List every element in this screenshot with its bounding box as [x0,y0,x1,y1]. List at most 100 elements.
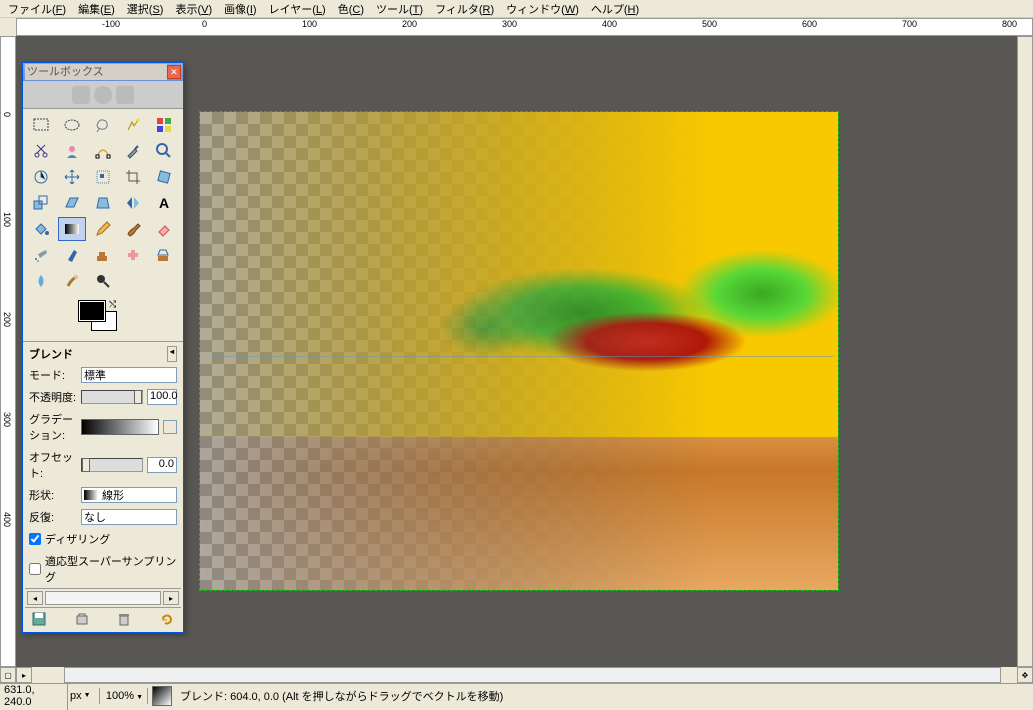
tool-smudge[interactable] [58,269,86,293]
status-unit-select[interactable]: px▼ [68,688,100,704]
tool-pencil[interactable] [89,217,117,241]
tool-blend[interactable] [58,217,86,241]
scroll-left-icon[interactable]: ◂ [27,591,43,605]
dithering-label: ディザリング [45,531,110,547]
tool-paths[interactable] [89,139,117,163]
status-bar: 631.0, 240.0 px▼ 100%▼ ブレンド: 604.0, 0.0 … [0,683,1033,707]
tool-eraser[interactable] [150,217,178,241]
canvas-image [200,112,838,590]
tool-crop[interactable] [119,165,147,189]
tool-heal[interactable] [119,243,147,267]
menu-help[interactable]: ヘルプ(H) [585,0,645,18]
menu-layer[interactable]: レイヤー(L) [263,0,332,18]
tool-move[interactable] [58,165,86,189]
tool-options-title: ブレンド [29,346,73,362]
ruler-h-label: 600 [802,19,817,29]
ruler-horizontal[interactable]: -100 0 100 200 300 400 500 600 700 800 [16,18,1033,36]
gradient-preview[interactable] [81,419,159,435]
supersampling-checkbox[interactable] [29,563,41,575]
tool-zoom[interactable] [150,139,178,163]
status-tool-icon [152,686,172,706]
supersampling-checkbox-row[interactable]: 適応型スーパーサンプリング [25,550,181,588]
reset-options-icon[interactable] [159,612,175,626]
tool-perspective-clone[interactable] [150,243,178,267]
ruler-h-label: 300 [502,19,517,29]
tool-measure[interactable] [27,165,55,189]
tool-blur[interactable] [27,269,55,293]
ruler-v-label: 100 [2,212,12,227]
opacity-value[interactable]: 100.0 [147,389,177,405]
menu-colors[interactable]: 色(C) [332,0,370,18]
tool-paintbrush[interactable] [119,217,147,241]
scroll-right-icon[interactable]: ▸ [163,591,179,605]
repeat-select[interactable]: なし [81,509,177,525]
tool-bucket-fill[interactable] [27,217,55,241]
dithering-checkbox[interactable] [29,533,41,545]
tool-airbrush[interactable] [27,243,55,267]
status-message: ブレンド: 604.0, 0.0 (Alt を押しながらドラッグでベクトルを移動… [176,686,1033,706]
opacity-label: 不透明度: [29,389,77,405]
scrollbar-vertical[interactable] [1017,36,1033,667]
shape-select[interactable]: 線形 [81,487,177,503]
ruler-h-label: 0 [202,19,207,29]
tool-flip[interactable] [119,191,147,215]
close-icon[interactable]: ✕ [167,65,181,79]
nav-crosshair-icon[interactable]: ✥ [1017,667,1033,683]
menu-select[interactable]: 選択(S) [121,0,170,18]
tool-rotate[interactable] [150,165,178,189]
gradient-reverse-icon[interactable] [163,420,177,434]
toolbox-window[interactable]: ツールボックス ✕ A [22,62,184,633]
ruler-vertical[interactable]: 0 100 200 300 400 [0,36,16,667]
tool-fuzzy-select[interactable] [119,113,147,137]
menu-tools[interactable]: ツール(T) [370,0,429,18]
tool-align[interactable] [89,165,117,189]
options-menu-icon[interactable]: ◂ [167,346,177,362]
save-options-icon[interactable] [31,612,47,626]
menu-view[interactable]: 表示(V) [169,0,218,18]
blend-drag-line[interactable] [214,356,834,357]
offset-slider[interactable] [81,458,143,472]
menu-bar: ファイル(F) 編集(E) 選択(S) 表示(V) 画像(I) レイヤー(L) … [0,0,1033,18]
opacity-slider[interactable] [81,390,143,404]
scroll-track[interactable] [45,591,161,605]
tool-perspective[interactable] [89,191,117,215]
tool-color-select[interactable] [150,113,178,137]
tool-clone[interactable] [89,243,117,267]
repeat-label: 反復: [29,509,77,525]
ruler-h-label: -100 [102,19,120,29]
tool-scale[interactable] [27,191,55,215]
tool-scissors[interactable] [27,139,55,163]
tool-foreground-select[interactable] [58,139,86,163]
toolbox-titlebar[interactable]: ツールボックス ✕ [23,63,183,81]
ruler-v-label: 300 [2,412,12,427]
canvas[interactable] [199,111,839,591]
scrollbar-horizontal[interactable] [64,667,1001,683]
menu-windows[interactable]: ウィンドウ(W) [500,0,585,18]
menu-edit[interactable]: 編集(E) [72,0,121,18]
status-coords: 631.0, 240.0 [0,682,68,710]
tool-ink[interactable] [58,243,86,267]
menu-image[interactable]: 画像(I) [218,0,262,18]
tool-color-picker[interactable] [119,139,147,163]
tool-rect-select[interactable] [27,113,55,137]
tool-shear[interactable] [58,191,86,215]
restore-options-icon[interactable] [74,612,90,626]
menu-file[interactable]: ファイル(F) [2,0,72,18]
dithering-checkbox-row[interactable]: ディザリング [25,528,181,550]
offset-value[interactable]: 0.0 [147,457,177,473]
tool-text[interactable]: A [150,191,178,215]
foreground-color[interactable] [79,301,105,321]
delete-options-icon[interactable] [116,612,132,626]
status-zoom-select[interactable]: 100%▼ [100,688,148,704]
options-scrollbar[interactable]: ◂ ▸ [25,588,181,607]
offset-label: オフセット: [29,449,77,481]
toolbox-header [23,81,183,109]
mode-select[interactable]: 標準 [81,367,177,383]
tool-ellipse-select[interactable] [58,113,86,137]
swap-colors-icon[interactable]: ⤭ [109,299,116,310]
tool-dodge[interactable] [89,269,117,293]
ruler-h-label: 800 [1002,19,1017,29]
tool-free-select[interactable] [89,113,117,137]
menu-filters[interactable]: フィルタ(R) [429,0,500,18]
ruler-h-label: 500 [702,19,717,29]
